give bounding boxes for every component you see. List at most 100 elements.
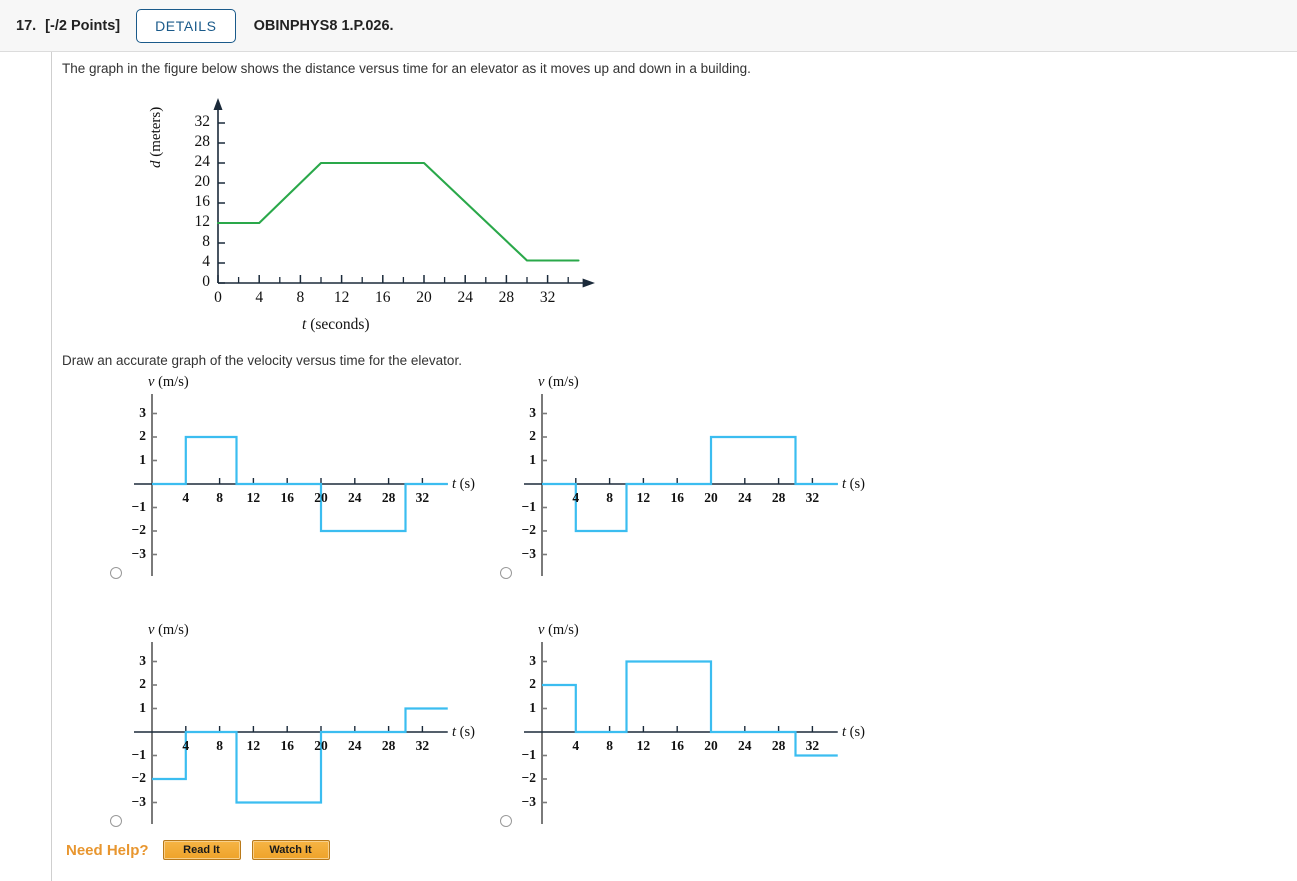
option-b-ytick: 2: [529, 428, 536, 443]
option-a-ytick: −2: [131, 522, 146, 537]
task-text: Draw an accurate graph of the velocity v…: [62, 353, 462, 368]
option-c-ytick: −3: [131, 793, 146, 809]
option-b-xtick: 32: [805, 490, 820, 505]
option-b-xtick: 16: [670, 490, 684, 505]
option-b-ytick: −2: [521, 522, 536, 537]
option-b-xlabel: t (s): [842, 476, 865, 492]
option-c-ytick: −1: [131, 746, 146, 762]
option-c-xtick: 28: [381, 738, 396, 753]
option-a-ytick: 2: [139, 428, 146, 443]
option-a-ytick: 1: [139, 451, 146, 467]
option-b-xtick: 20: [704, 490, 718, 505]
distance-chart-ytick: 8: [202, 233, 210, 250]
option-c-ytick: 3: [139, 652, 146, 668]
distance-chart-ytick: 20: [194, 173, 211, 190]
option-c-ytick: 2: [139, 676, 146, 691]
option-d-ytick: −3: [521, 793, 536, 809]
option-a-xtick: 8: [216, 490, 223, 505]
option-d-xtick: 12: [636, 738, 651, 753]
option-c-xlabel: t (s): [452, 724, 475, 740]
option-b-xtick: 24: [738, 490, 752, 505]
option-d-svg: [524, 642, 838, 824]
option-b-ytick: 3: [529, 404, 536, 420]
option-b-svg: [524, 394, 838, 576]
option-a-xtick: 32: [415, 490, 430, 505]
option-a-xtick: 28: [381, 490, 396, 505]
option-c-xtick: 16: [280, 738, 294, 753]
option-a-xlabel: t (s): [452, 476, 475, 492]
intro-text: The graph in the figure below shows the …: [62, 61, 751, 76]
option-c-xtick: 32: [415, 738, 430, 753]
option-c-ytick: −2: [131, 770, 146, 785]
option-b-xtick: 12: [636, 490, 651, 505]
distance-chart-xtick: 32: [539, 289, 556, 306]
option-c-xtick: 12: [246, 738, 261, 753]
distance-chart-ytick: 32: [194, 113, 211, 130]
option-d-chart[interactable]: v (m/s) t (s) 3 2 1 −1 −2 −3 4 8 12 16 20 24 28 32: [500, 622, 900, 852]
need-help-label: Need Help?: [66, 841, 149, 859]
option-d-ytick: −2: [521, 770, 536, 785]
option-d-ylabel: v (m/s): [538, 622, 579, 638]
option-c-xtick: 4: [182, 738, 190, 753]
distance-chart-svg: [213, 98, 595, 288]
option-b-chart[interactable]: v (m/s) t (s) 3 2 1 −1 −2 −3 4 8 12 16 20 24 28 32: [500, 374, 900, 604]
option-b-radio[interactable]: [500, 567, 512, 579]
details-button[interactable]: DETAILS: [136, 8, 236, 43]
question-header: 17. [-/2 Points] DETAILS OBINPHYS8 1.P.0…: [0, 0, 1297, 52]
option-b-xtick: 28: [771, 490, 786, 505]
option-c-ylabel: v (m/s): [148, 622, 189, 638]
option-a-xtick: 12: [246, 490, 261, 505]
option-a-xtick: 16: [280, 490, 294, 505]
option-d-radio[interactable]: [500, 815, 512, 827]
distance-chart-xtick: 16: [375, 289, 391, 306]
question-number: 17.: [16, 17, 37, 34]
option-a-ylabel: v (m/s): [148, 374, 189, 390]
option-a-chart[interactable]: v (m/s) t (s) 3 2 1 −1 −2 −3 4 8 12 16 20 24 28 32: [110, 374, 510, 604]
option-d-xtick: 4: [572, 738, 580, 753]
watch-it-button[interactable]: Watch It: [251, 840, 330, 860]
option-d-ytick: 2: [529, 676, 536, 691]
option-a-ytick: 3: [139, 404, 146, 420]
question-body: The graph in the figure below shows the …: [0, 52, 1297, 881]
option-c-xtick: 24: [348, 738, 362, 753]
option-b-ytick: −1: [521, 498, 536, 514]
option-d-xlabel: t (s): [842, 724, 865, 740]
option-c-ytick: 1: [139, 699, 146, 715]
option-c-chart[interactable]: v (m/s) t (s) 3 2 1 −1 −2 −3 4 8 12 16 20 24 28 32: [110, 622, 510, 852]
option-d-xtick: 28: [771, 738, 786, 753]
option-d-xtick: 20: [704, 738, 718, 753]
option-a-radio[interactable]: [110, 567, 122, 579]
distance-chart-ylabel: d (meters): [148, 106, 164, 168]
distance-chart-xlabel: t (seconds): [302, 316, 370, 333]
option-a-xtick: 24: [348, 490, 362, 505]
distance-chart-xtick: 8: [296, 289, 305, 306]
distance-time-chart: d (meters) t (seconds) 0 4 8 12 16 20 24 28 32 0 4…: [148, 90, 600, 355]
question-points: [-/2 Points]: [45, 17, 121, 34]
option-d-xtick: 16: [670, 738, 684, 753]
option-a-xtick: 20: [314, 490, 328, 505]
option-c-svg: [134, 642, 448, 824]
option-b-xtick: 4: [572, 490, 580, 505]
question-code: OBINPHYS8 1.P.026.: [253, 17, 394, 34]
option-d-ytick: 3: [529, 652, 536, 668]
need-help-section: Need Help? Read It Watch It: [66, 840, 341, 860]
distance-chart-ytick: 12: [194, 213, 211, 230]
read-it-button[interactable]: Read It: [162, 840, 241, 860]
option-a-ytick: −1: [131, 498, 146, 514]
option-c-radio[interactable]: [110, 815, 122, 827]
distance-chart-xtick: 4: [255, 289, 264, 306]
option-a-svg: [134, 394, 448, 576]
option-d-xtick: 32: [805, 738, 820, 753]
option-d-xtick: 8: [606, 738, 613, 753]
option-b-xtick: 8: [606, 490, 613, 505]
option-c-xtick: 20: [314, 738, 328, 753]
distance-chart-xtick: 12: [333, 289, 350, 306]
distance-chart-ytick: 16: [194, 193, 211, 210]
distance-chart-xtick: 0: [214, 289, 222, 306]
option-b-ylabel: v (m/s): [538, 374, 579, 390]
distance-chart-ytick: 4: [202, 253, 210, 270]
option-c-xtick: 8: [216, 738, 223, 753]
distance-chart-ytick: 24: [194, 153, 211, 170]
option-a-xtick: 4: [182, 490, 190, 505]
distance-chart-xtick: 28: [498, 289, 515, 306]
